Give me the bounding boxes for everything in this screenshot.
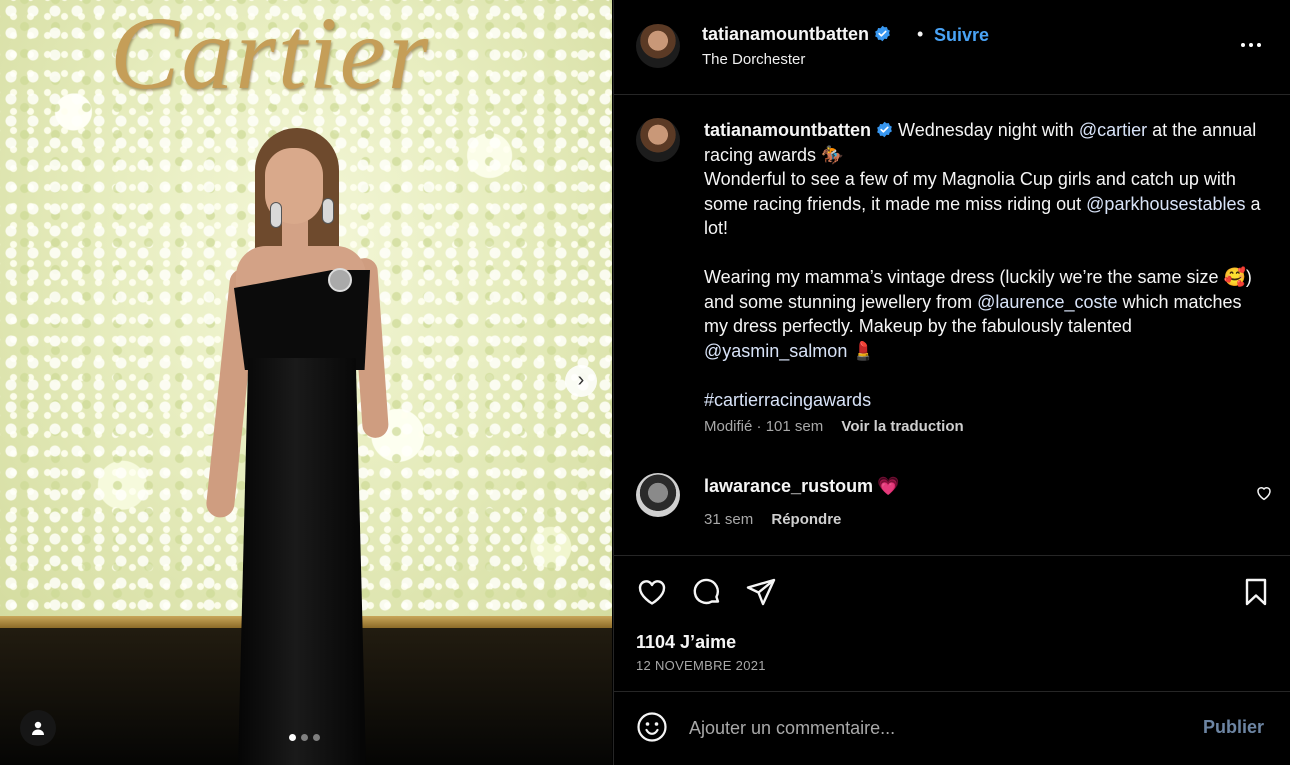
comment-meta: 31 sem Répondre xyxy=(704,511,841,528)
avatar[interactable] xyxy=(636,118,680,162)
caption-text: Wednesday night with xyxy=(898,120,1079,140)
like-heart-icon[interactable] xyxy=(636,576,668,608)
save-bookmark-icon[interactable] xyxy=(1240,576,1272,608)
post-actions: 1104 J’aime 12 NOVEMBRE 2021 xyxy=(614,555,1290,692)
more-horizontal-icon[interactable] xyxy=(1241,36,1265,54)
carousel-dot xyxy=(313,734,320,741)
comment-item: lawarance_rustoum 💗 31 sem Répondre xyxy=(614,470,1290,554)
add-comment-bar: Publier xyxy=(614,692,1290,765)
carousel-dot xyxy=(289,734,296,741)
comment-input[interactable] xyxy=(689,712,1159,744)
location-link[interactable]: The Dorchester xyxy=(702,51,805,68)
woman-figure xyxy=(200,128,400,765)
mention-link[interactable]: @yasmin_salmon xyxy=(704,341,847,361)
avatar[interactable] xyxy=(636,24,680,68)
edited-label: Modifié xyxy=(704,418,753,435)
mention-link[interactable]: @cartier xyxy=(1079,120,1147,140)
comment-username[interactable]: lawarance_rustoum xyxy=(704,476,873,496)
share-paper-plane-icon[interactable] xyxy=(745,576,777,608)
comment-age: 31 sem xyxy=(704,511,754,528)
header-username[interactable]: tatianamountbatten xyxy=(702,24,869,44)
post-photo[interactable]: Cartier › xyxy=(0,0,612,765)
comment-text: 💗 xyxy=(877,476,900,496)
tagged-users-button[interactable] xyxy=(20,710,56,746)
brooch xyxy=(328,268,352,292)
post-side-panel: tatianamountbatten • Suivre The Dorchest… xyxy=(613,0,1290,765)
caption-username[interactable]: tatianamountbatten xyxy=(704,120,871,140)
hashtag-link[interactable]: #cartierracingawards xyxy=(704,390,871,410)
follow-button[interactable]: Suivre xyxy=(934,25,989,46)
comment-bubble-icon[interactable] xyxy=(691,576,723,608)
user-icon xyxy=(32,721,44,735)
chevron-right-icon[interactable]: › xyxy=(565,365,597,397)
caption-meta: Modifié · 101 sem Voir la traduction xyxy=(704,418,964,435)
post-caption: tatianamountbatten Wednesday night with … xyxy=(704,118,1264,412)
publish-button[interactable]: Publier xyxy=(1203,717,1264,738)
black-dress xyxy=(238,358,366,765)
see-translation-button[interactable]: Voir la traduction xyxy=(841,418,963,435)
mention-link[interactable]: @laurence_coste xyxy=(977,292,1117,312)
post-date: 12 NOVEMBRE 2021 xyxy=(636,658,766,673)
mention-link[interactable]: @parkhousestables xyxy=(1086,194,1245,214)
reply-button[interactable]: Répondre xyxy=(771,511,841,528)
caption-text: 💄 xyxy=(847,340,875,361)
cartier-logo: Cartier xyxy=(110,0,431,111)
carousel-indicator xyxy=(289,734,320,741)
likes-count[interactable]: 1104 J’aime xyxy=(636,632,736,653)
verified-badge-icon xyxy=(875,25,890,42)
verified-badge-icon xyxy=(877,121,892,138)
post-age: 101 sem xyxy=(765,418,824,435)
carousel-dot xyxy=(301,734,308,741)
separator-dot: • xyxy=(917,24,924,44)
post-header: tatianamountbatten • Suivre The Dorchest… xyxy=(614,0,1290,95)
comment-like-heart-icon[interactable] xyxy=(1255,484,1273,502)
emoji-smiley-icon[interactable] xyxy=(636,711,668,743)
avatar[interactable] xyxy=(636,473,680,517)
